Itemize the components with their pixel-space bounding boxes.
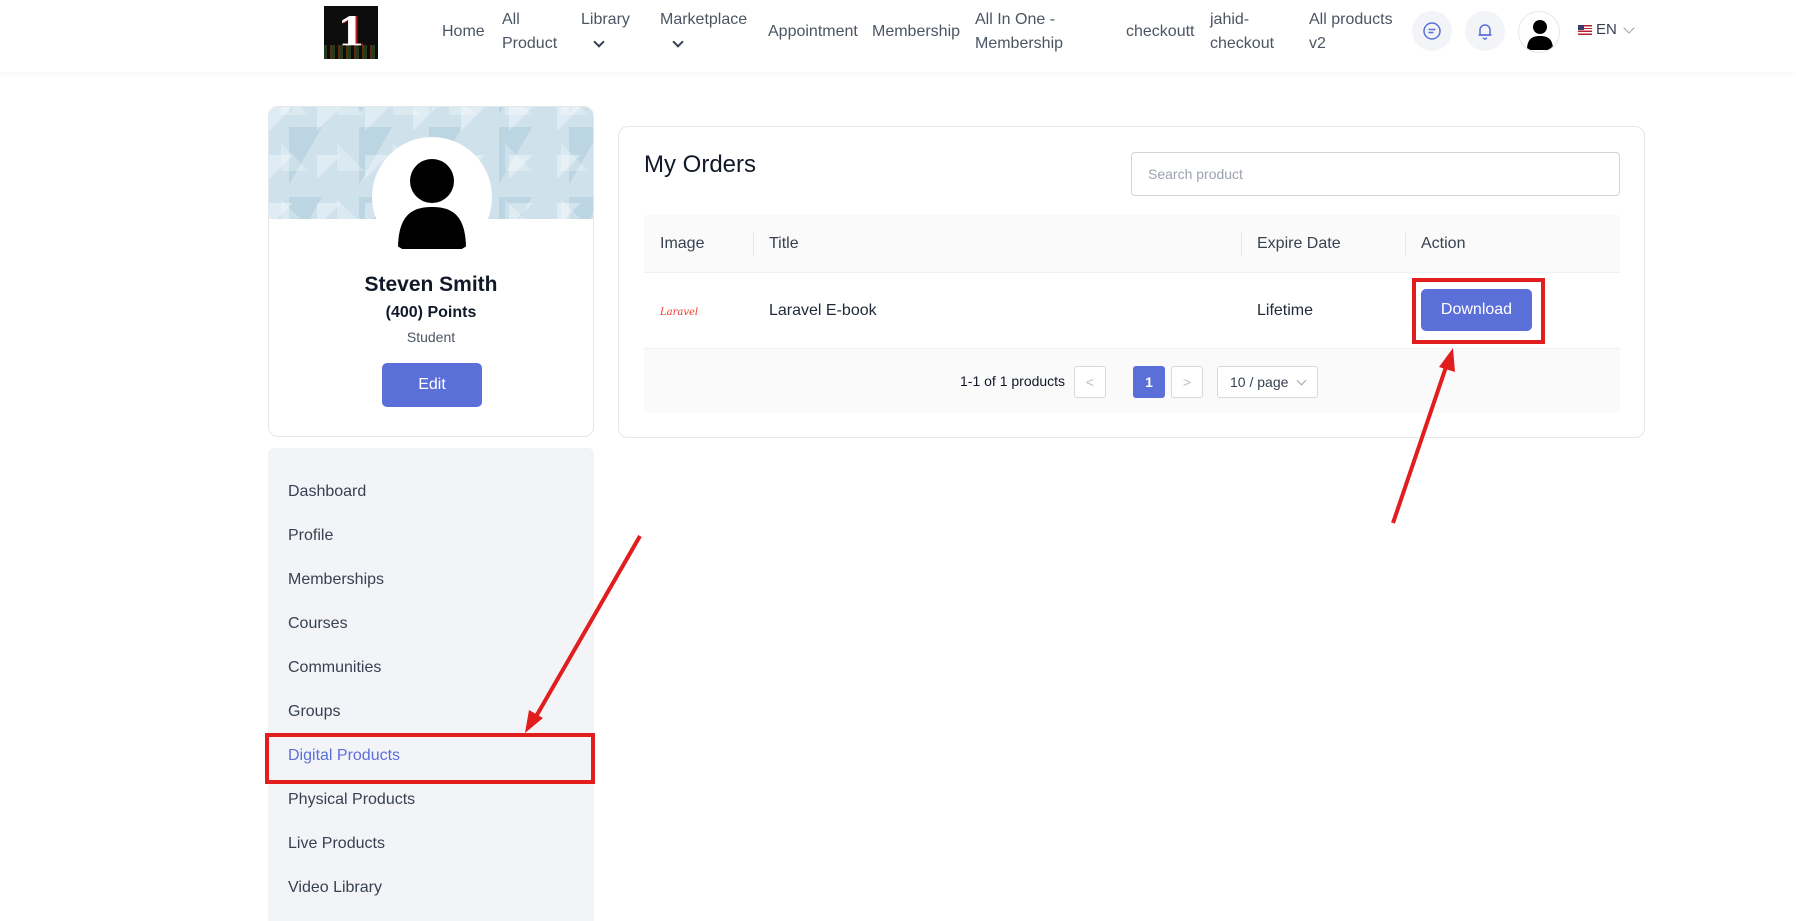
annotation-arrow-line [1391,363,1449,524]
annotation-arrows [525,348,1455,733]
annotation-arrowhead [525,710,543,733]
annotation-arrow-line [532,535,642,721]
annotation-arrowhead [1439,348,1455,372]
